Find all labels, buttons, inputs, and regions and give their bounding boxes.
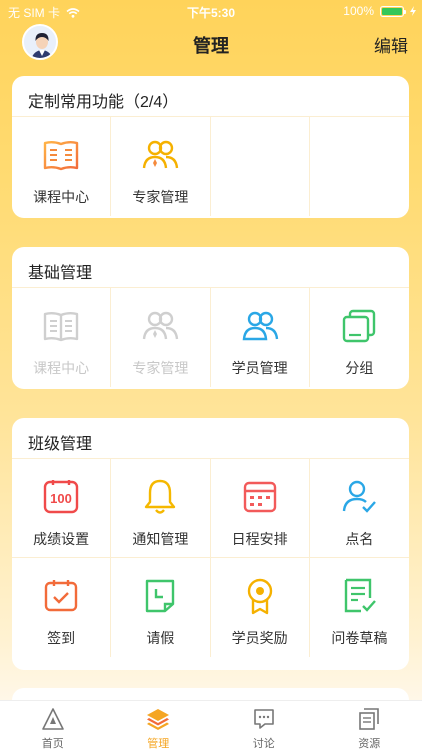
leave-icon	[146, 579, 175, 613]
grid-row: 课程中心 专家管理	[12, 116, 409, 216]
grid-row: 签到 请假 学员奖励 问卷草稿	[12, 557, 409, 657]
tab-bar: 首页 管理 讨论 资源	[0, 700, 422, 750]
function-expert-management[interactable]: 专家管理	[111, 288, 211, 387]
layers-icon	[147, 709, 170, 730]
basic-management-card: 基础管理 课程中心 专家管理 学员管理 分组	[12, 247, 409, 389]
function-label: 成绩设置	[33, 531, 90, 547]
empty-slot[interactable]	[211, 117, 310, 216]
function-course-center[interactable]: 课程中心	[12, 288, 112, 387]
tab-management[interactable]: 管理	[106, 701, 212, 750]
function-label: 学员奖励	[231, 630, 288, 646]
function-label: 学员管理	[231, 360, 288, 376]
grid-row: 100 成绩设置 通知管理 日程安排 点名	[12, 458, 409, 558]
students-icon	[242, 311, 278, 341]
function-check-in[interactable]: 签到	[12, 558, 112, 657]
function-label: 签到	[47, 630, 76, 646]
function-label: 点名	[345, 531, 374, 547]
function-leave[interactable]: 请假	[111, 558, 211, 657]
section-title: 定制常用功能（2/4）	[28, 94, 179, 111]
battery-percent: 100%	[343, 4, 374, 18]
header: 管理 编辑	[0, 22, 422, 66]
checkin-icon	[44, 580, 78, 612]
group-icon	[343, 309, 376, 343]
battery-icon	[380, 5, 406, 17]
function-schedule[interactable]: 日程安排	[211, 459, 310, 558]
function-group[interactable]: 分组	[310, 288, 409, 387]
section-title: 班级管理	[28, 436, 93, 453]
custom-functions-card: 定制常用功能（2/4） 课程中心 专家管理	[12, 76, 409, 218]
roll-call-icon	[343, 480, 377, 513]
tab-label: 管理	[147, 738, 170, 750]
function-score-settings[interactable]: 100 成绩设置	[12, 459, 112, 558]
section-title: 基础管理	[28, 265, 93, 282]
calendar-icon	[243, 481, 276, 513]
function-label: 通知管理	[132, 531, 189, 547]
function-student-management[interactable]: 学员管理	[211, 288, 310, 387]
tab-label: 资源	[358, 738, 381, 750]
function-label: 专家管理	[132, 189, 189, 205]
edit-button[interactable]: 编辑	[374, 32, 408, 57]
class-management-card: 班级管理 100 成绩设置 通知管理 日程安排 点名 签到 请假 学员奖励 问卷…	[12, 418, 409, 670]
function-label: 课程中心	[33, 360, 90, 376]
function-expert-management[interactable]: 专家管理	[111, 117, 211, 216]
function-label: 问卷草稿	[331, 630, 388, 646]
function-course-center[interactable]: 课程中心	[12, 117, 112, 216]
home-icon	[41, 708, 64, 730]
function-label: 分组	[345, 360, 374, 376]
book-icon	[43, 312, 79, 342]
function-label: 课程中心	[33, 189, 90, 205]
experts-icon	[143, 140, 179, 169]
score-icon: 100	[43, 480, 79, 514]
experts-icon	[143, 311, 179, 340]
award-icon	[247, 578, 272, 615]
empty-slot[interactable]	[310, 117, 409, 216]
tab-resources[interactable]: 资源	[317, 701, 422, 750]
grid-row: 课程中心 专家管理 学员管理 分组	[12, 287, 409, 387]
svg-text:100: 100	[50, 491, 72, 506]
tab-label: 讨论	[252, 738, 275, 750]
tab-home[interactable]: 首页	[0, 701, 106, 750]
function-notification-management[interactable]: 通知管理	[111, 459, 211, 558]
function-student-award[interactable]: 学员奖励	[211, 558, 310, 657]
page-title: 管理	[193, 36, 229, 56]
survey-icon	[345, 578, 377, 613]
function-label: 请假	[146, 630, 175, 646]
charging-icon	[410, 6, 416, 16]
function-label: 专家管理	[132, 360, 189, 376]
tab-label: 首页	[41, 738, 64, 750]
book-icon	[43, 141, 79, 171]
discuss-icon	[253, 709, 274, 729]
status-bar: 无 SIM 卡 下午5:30 100%	[0, 0, 422, 22]
bell-icon	[145, 479, 176, 514]
function-label: 日程安排	[231, 531, 288, 547]
resources-icon	[359, 708, 380, 730]
function-roll-call[interactable]: 点名	[310, 459, 409, 558]
tab-discussion[interactable]: 讨论	[211, 701, 317, 750]
function-survey-draft[interactable]: 问卷草稿	[310, 558, 409, 657]
